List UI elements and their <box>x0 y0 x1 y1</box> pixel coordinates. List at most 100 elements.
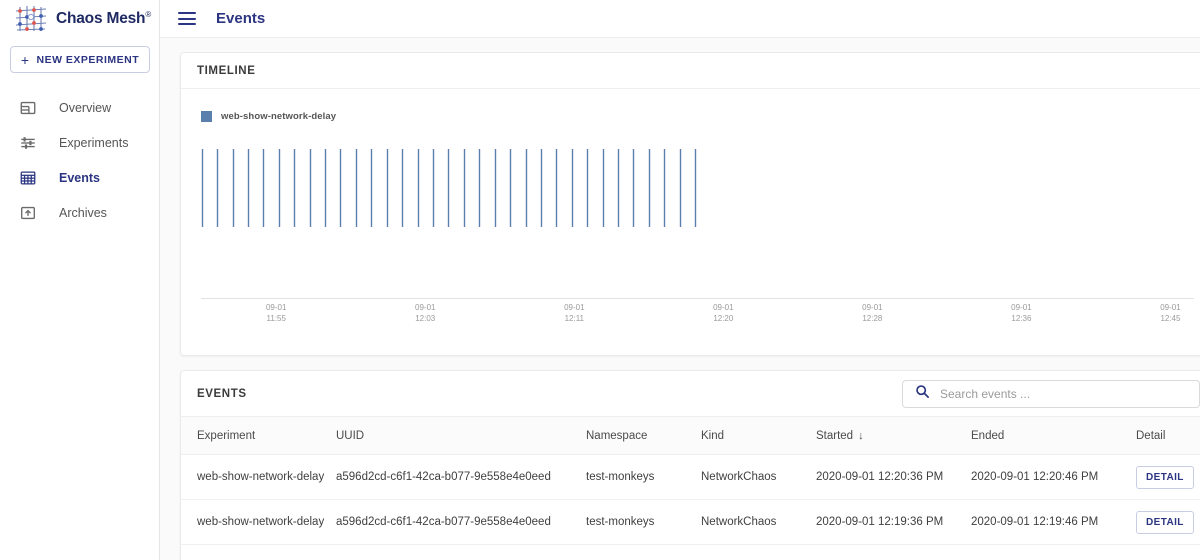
cell-started: 2020-09-01 12:19:36 PM <box>816 500 971 545</box>
table-row[interactable]: web-show-network-delaya596d2cd-c6f1-42ca… <box>181 455 1200 500</box>
sidebar-nav: Overview Experiments <box>0 90 159 230</box>
column-header-namespace[interactable]: Namespace <box>586 417 701 455</box>
timeline-card: TIMELINE web-show-network-delay 09-01 11… <box>180 52 1200 356</box>
chart-bar[interactable] <box>555 149 558 227</box>
x-tick-label: 09-01 12:36 <box>1011 303 1031 325</box>
tune-sliders-icon <box>18 133 38 153</box>
cell-experiment: web-show-network-delay <box>181 500 336 545</box>
chart-bar[interactable] <box>494 149 497 227</box>
table-row[interactable]: web-show-network-delaya596d2cd-c6f1-42ca… <box>181 500 1200 545</box>
chart-x-axis-line <box>201 298 1194 299</box>
chart-bar[interactable] <box>293 149 296 227</box>
chart-bar[interactable] <box>632 149 635 227</box>
search-box[interactable] <box>902 380 1200 408</box>
events-table: Experiment UUID Namespace Kind Started↓ … <box>181 416 1200 545</box>
column-label: Started <box>816 430 853 442</box>
search-icon <box>915 384 930 404</box>
app-root: Chaos Mesh® + NEW EXPERIMENT Overview <box>0 0 1200 560</box>
detail-button[interactable]: DETAIL <box>1136 466 1194 489</box>
chart-bar[interactable] <box>232 149 235 227</box>
cell-detail: DETAIL <box>1136 500 1200 545</box>
column-label: Namespace <box>586 430 647 442</box>
chaos-mesh-lattice-logo-icon <box>14 4 48 34</box>
chart-bar[interactable] <box>216 149 219 227</box>
timeline-title: TIMELINE <box>197 65 255 77</box>
chart-bar[interactable] <box>463 149 466 227</box>
column-header-ended[interactable]: Ended <box>971 417 1136 455</box>
chart-bar[interactable] <box>447 149 450 227</box>
sidebar-item-label: Experiments <box>59 136 128 150</box>
chart-bar[interactable] <box>679 149 682 227</box>
chart-bar[interactable] <box>586 149 589 227</box>
plus-icon: + <box>21 53 30 67</box>
sidebar-item-experiments[interactable]: Experiments <box>0 125 159 160</box>
cell-kind: NetworkChaos <box>701 500 816 545</box>
chart-bar[interactable] <box>694 149 697 227</box>
chart-bar[interactable] <box>201 149 204 227</box>
chart-bar[interactable] <box>648 149 651 227</box>
x-tick-label: 09-01 12:11 <box>564 303 584 325</box>
page-title: Events <box>216 10 265 27</box>
chart-bars <box>181 89 1200 356</box>
events-table-head: Experiment UUID Namespace Kind Started↓ … <box>181 417 1200 455</box>
x-tick-label: 09-01 12:20 <box>713 303 733 325</box>
x-tick-label: 09-01 12:03 <box>415 303 435 325</box>
timeline-chart[interactable]: web-show-network-delay 09-01 11:5509-01 … <box>181 89 1200 356</box>
chart-bar[interactable] <box>401 149 404 227</box>
sidebar-item-events[interactable]: Events <box>0 160 159 195</box>
column-label: Ended <box>971 430 1004 442</box>
cell-ended: 2020-09-01 12:19:46 PM <box>971 500 1136 545</box>
cell-kind: NetworkChaos <box>701 455 816 500</box>
hamburger-menu-icon[interactable] <box>178 12 196 25</box>
chart-bar[interactable] <box>370 149 373 227</box>
brand-trademark: ® <box>145 10 151 19</box>
cell-namespace: test-monkeys <box>586 500 701 545</box>
timeline-list-icon <box>18 168 38 188</box>
chart-bar[interactable] <box>663 149 666 227</box>
sidebar: Chaos Mesh® + NEW EXPERIMENT Overview <box>0 0 160 560</box>
chart-bar[interactable] <box>355 149 358 227</box>
chart-bar[interactable] <box>309 149 312 227</box>
detail-button[interactable]: DETAIL <box>1136 511 1194 534</box>
chart-bar[interactable] <box>417 149 420 227</box>
chart-bar[interactable] <box>324 149 327 227</box>
column-header-started[interactable]: Started ↓ <box>816 417 971 455</box>
new-experiment-button[interactable]: + NEW EXPERIMENT <box>10 46 150 73</box>
cell-namespace: test-monkeys <box>586 455 701 500</box>
brand[interactable]: Chaos Mesh® <box>0 0 159 38</box>
chart-plot-area: 09-01 11:5509-01 12:0309-01 12:1109-01 1… <box>181 89 1200 356</box>
chart-bar[interactable] <box>509 149 512 227</box>
chart-bar[interactable] <box>386 149 389 227</box>
chart-bar[interactable] <box>602 149 605 227</box>
chart-bar[interactable] <box>432 149 435 227</box>
table-header-row: Experiment UUID Namespace Kind Started↓ … <box>181 417 1200 455</box>
events-card-header: EVENTS <box>181 371 1200 416</box>
archive-box-icon <box>18 203 38 223</box>
content: TIMELINE web-show-network-delay 09-01 11… <box>160 38 1200 560</box>
x-tick-label: 09-01 12:28 <box>862 303 882 325</box>
sidebar-item-label: Events <box>59 171 100 185</box>
cell-experiment: web-show-network-delay <box>181 455 336 500</box>
chart-bar[interactable] <box>262 149 265 227</box>
cell-ended: 2020-09-01 12:20:46 PM <box>971 455 1136 500</box>
brand-name-text: Chaos Mesh <box>56 10 145 27</box>
column-header-uuid[interactable]: UUID <box>336 417 586 455</box>
sort-descending-icon: ↓ <box>858 430 864 442</box>
sidebar-item-overview[interactable]: Overview <box>0 90 159 125</box>
chart-bar[interactable] <box>540 149 543 227</box>
chart-bar[interactable] <box>525 149 528 227</box>
search-input[interactable] <box>940 387 1187 401</box>
chart-bar[interactable] <box>478 149 481 227</box>
column-header-experiment[interactable]: Experiment <box>181 417 336 455</box>
sidebar-item-label: Archives <box>59 206 107 220</box>
column-label: Kind <box>701 430 724 442</box>
main-area: Events TIMELINE web-show-network-delay 0… <box>160 0 1200 560</box>
chart-bar[interactable] <box>247 149 250 227</box>
column-label: Experiment <box>197 430 255 442</box>
chart-bar[interactable] <box>571 149 574 227</box>
sidebar-item-archives[interactable]: Archives <box>0 195 159 230</box>
chart-bar[interactable] <box>278 149 281 227</box>
chart-bar[interactable] <box>617 149 620 227</box>
chart-bar[interactable] <box>339 149 342 227</box>
column-header-kind[interactable]: Kind <box>701 417 816 455</box>
